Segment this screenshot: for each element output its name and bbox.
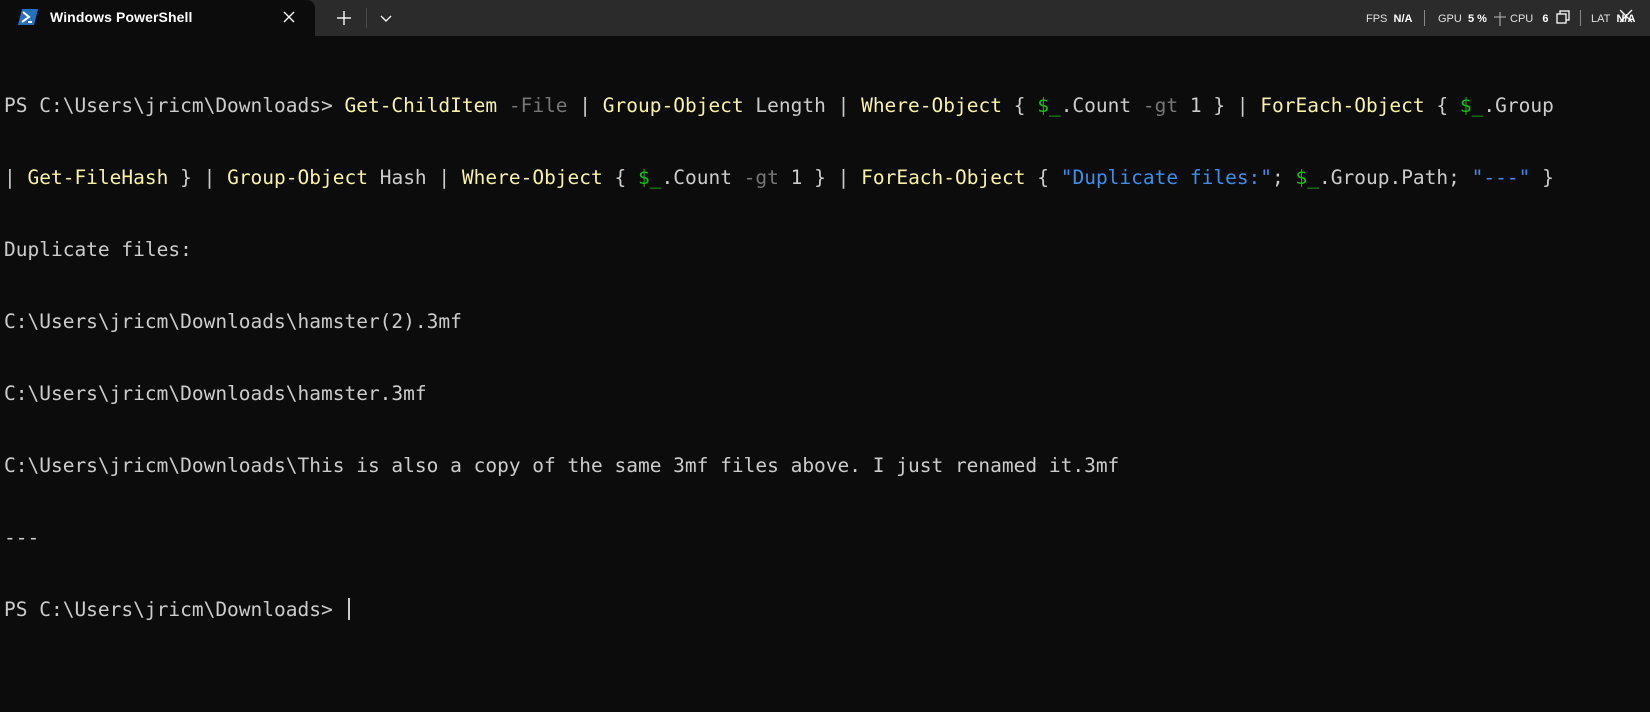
- token-plain: Hash |: [367, 166, 462, 189]
- token-plain: .Group: [1483, 94, 1554, 117]
- token-cmd: Group-Object: [227, 166, 368, 189]
- token-plain: .Count: [661, 166, 744, 189]
- perf-divider: [1424, 10, 1425, 26]
- toolbar-divider: [366, 8, 367, 28]
- command-text-2: | Get-FileHash } | Group-Object Hash | W…: [4, 166, 1554, 189]
- token-cmd: Where-Object: [861, 94, 1002, 117]
- fps-readout: FPS N/A: [1366, 13, 1413, 25]
- token-plain: 1 } |: [1178, 94, 1261, 117]
- crosshair-icon: [1494, 12, 1506, 26]
- powershell-icon: [18, 9, 38, 25]
- tab-title: Windows PowerShell: [50, 9, 193, 25]
- output-line: C:\Users\jricm\Downloads\hamster(2).3mf: [4, 310, 462, 333]
- token-plain: Length |: [743, 94, 862, 117]
- command-text-1: Get-ChildItem -File | Group-Object Lengt…: [344, 94, 1553, 117]
- token-param: -gt: [743, 166, 779, 189]
- token-cmd: Where-Object: [461, 166, 603, 189]
- token-param: -gt: [1142, 94, 1179, 117]
- token-cmd: ForEach-Object: [1260, 94, 1425, 117]
- no-signal-icon: [1619, 9, 1633, 23]
- token-var: $_: [1459, 94, 1484, 117]
- token-plain: {: [602, 166, 639, 189]
- command-line-1: PS C:\Users\jricm\Downloads> Get-ChildIt…: [4, 94, 1644, 118]
- gpu-value: 5 %: [1467, 13, 1487, 25]
- output-line: C:\Users\jricm\Downloads\hamster.3mf: [4, 382, 427, 405]
- terminal-output[interactable]: PS C:\Users\jricm\Downloads> Get-ChildIt…: [4, 46, 1644, 646]
- token-plain: ;: [1272, 166, 1296, 189]
- perf-divider: [1580, 10, 1581, 26]
- token-var: $_: [638, 166, 662, 189]
- token-cmd: Get-ChildItem: [344, 94, 498, 117]
- cpu-value: 6: [1542, 13, 1549, 25]
- token-param: -File: [508, 94, 568, 117]
- token-plain: } |: [168, 166, 228, 189]
- token-plain: }: [1530, 166, 1554, 189]
- output-line: C:\Users\jricm\Downloads\This is also a …: [4, 454, 1120, 477]
- token-str: "Duplicate files:": [1060, 166, 1273, 189]
- output-line: ---: [4, 526, 40, 549]
- command-line-2: | Get-FileHash } | Group-Object Hash | W…: [4, 166, 1644, 190]
- token-cmd: Get-FileHash: [27, 166, 169, 189]
- token-plain: .Count: [1060, 94, 1143, 117]
- token-plain: |: [4, 166, 28, 189]
- prompt: PS C:\Users\jricm\Downloads>: [4, 94, 345, 117]
- token-plain: {: [1001, 94, 1038, 117]
- token-var: $_: [1037, 94, 1061, 117]
- token-cmd: Group-Object: [602, 94, 744, 117]
- token-plain: .Group.Path;: [1319, 166, 1472, 189]
- token-plain: 1 } |: [778, 166, 862, 189]
- text-cursor: [348, 598, 351, 620]
- output-line: Duplicate files:: [4, 238, 192, 261]
- cpu-readout: CPU 6: [1510, 13, 1549, 25]
- close-icon[interactable]: [279, 7, 299, 27]
- token-plain: {: [1424, 94, 1460, 117]
- token-var: $_: [1295, 166, 1320, 189]
- copy-icon: [1556, 10, 1570, 24]
- token-plain: |: [567, 94, 603, 117]
- plus-icon[interactable]: [332, 6, 356, 30]
- fps-value: N/A: [1393, 13, 1413, 25]
- token-plain: {: [1025, 166, 1061, 189]
- tab-bar: Windows PowerShell FPS N/A GPU 5 % CPU 6…: [0, 0, 1650, 36]
- token-cmd: ForEach-Object: [861, 166, 1026, 189]
- tab-windows-powershell[interactable]: Windows PowerShell: [0, 0, 315, 36]
- chevron-down-icon[interactable]: [374, 6, 398, 30]
- gpu-readout: GPU 5 %: [1438, 13, 1487, 25]
- prompt: PS C:\Users\jricm\Downloads>: [4, 598, 345, 621]
- final-prompt-line[interactable]: PS C:\Users\jricm\Downloads>: [4, 598, 1644, 622]
- token-str: "---": [1471, 166, 1531, 189]
